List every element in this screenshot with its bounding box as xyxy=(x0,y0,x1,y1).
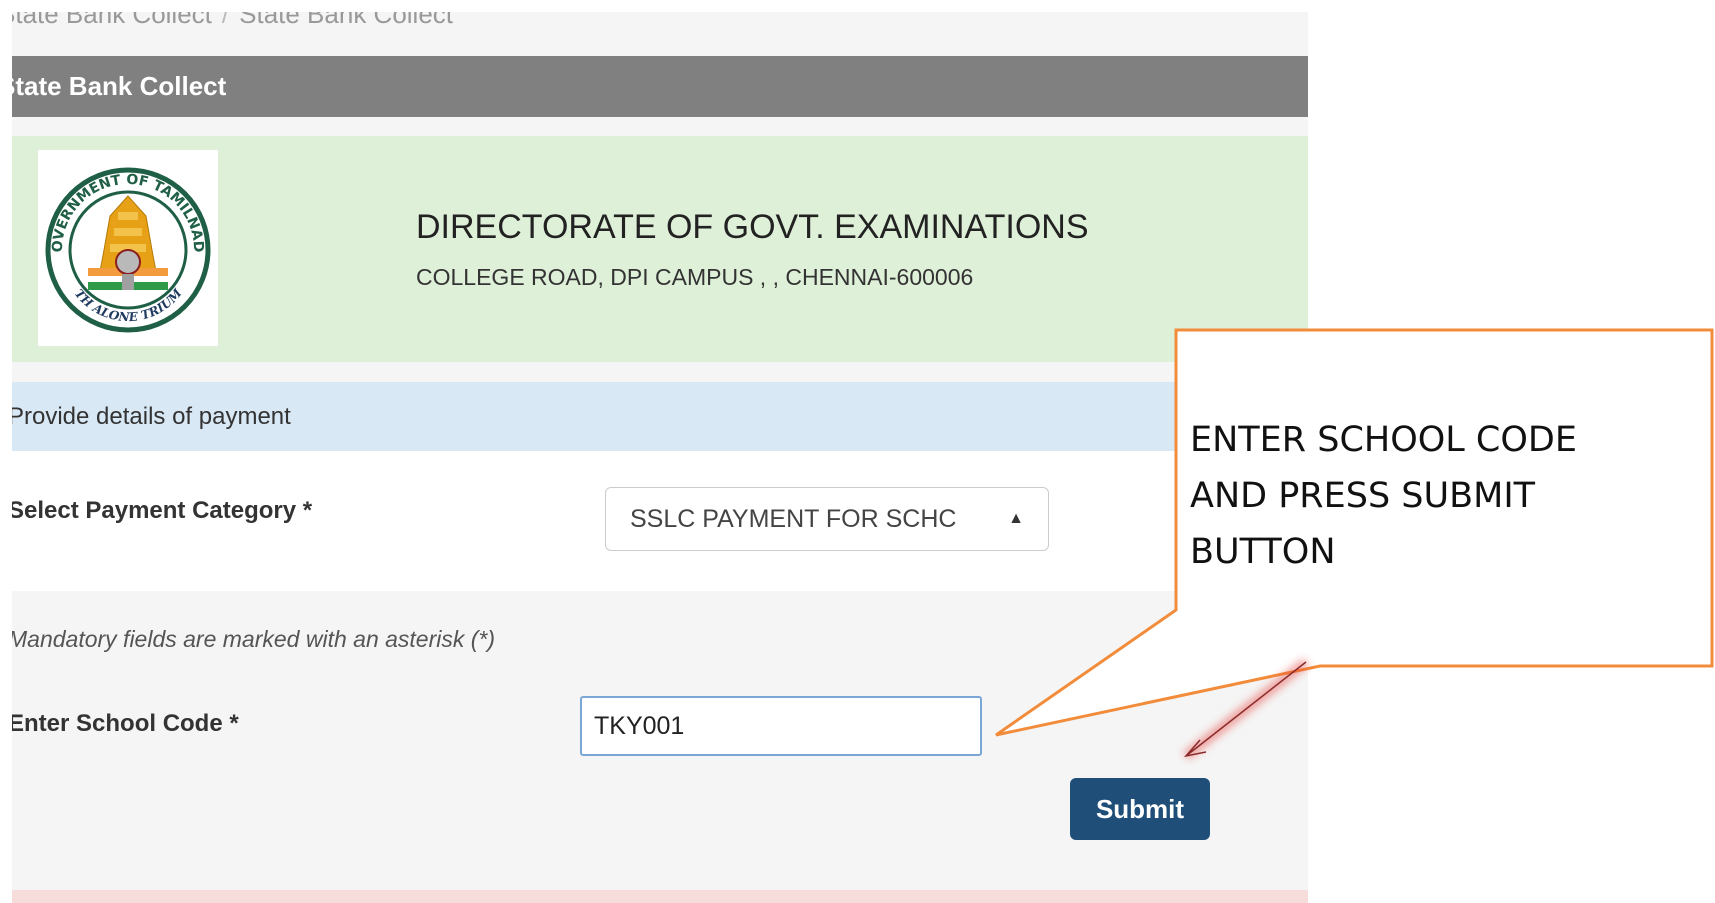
tamilnadu-emblem-logo: GOVERNMENT OF TAMILNADU TRUTH ALONE TRIU… xyxy=(38,150,218,346)
breadcrumb-item: State Bank Collect xyxy=(239,12,454,29)
payment-category-select[interactable]: SSLC PAYMENT FOR SCHC ▲ xyxy=(605,487,1049,551)
breadcrumb: State Bank Collect / State Bank Collect xyxy=(12,12,1308,44)
school-code-label: Enter School Code * xyxy=(12,710,239,737)
merchant-name: DIRECTORATE OF GOVT. EXAMINATIONS xyxy=(416,208,1089,246)
payment-category-row: Select Payment Category * SSLC PAYMENT F… xyxy=(12,451,1308,591)
mandatory-note: Mandatory fields are marked with an aste… xyxy=(12,626,496,652)
page-title: State Bank Collect xyxy=(12,71,227,101)
callout-line: BUTTON xyxy=(1190,532,1336,572)
submit-button[interactable]: Submit xyxy=(1070,778,1210,840)
merchant-address: COLLEGE ROAD, DPI CAMPUS , , CHENNAI-600… xyxy=(416,264,974,290)
school-code-input[interactable] xyxy=(580,696,982,756)
bottom-alert-strip xyxy=(12,890,1308,903)
callout-line: ENTER SCHOOL CODE xyxy=(1190,420,1577,460)
callout-line: AND PRESS SUBMIT xyxy=(1190,476,1536,516)
caret-up-icon: ▲ xyxy=(1008,510,1024,527)
emblem-icon: GOVERNMENT OF TAMILNADU TRUTH ALONE TRIU… xyxy=(38,150,211,333)
breadcrumb-item[interactable]: State Bank Collect xyxy=(12,12,212,29)
merchant-banner: GOVERNMENT OF TAMILNADU TRUTH ALONE TRIU… xyxy=(12,136,1308,362)
panel-heading: Provide details of payment xyxy=(12,382,1308,451)
payment-category-value: SSLC PAYMENT FOR SCHC xyxy=(630,505,957,533)
page-header: State Bank Collect xyxy=(12,56,1308,117)
breadcrumb-separator: / xyxy=(221,12,230,29)
payment-category-label: Select Payment Category * xyxy=(12,497,313,524)
panel-heading-text: Provide details of payment xyxy=(12,403,291,430)
callout-text: ENTER SCHOOL CODE AND PRESS SUBMIT BUTTO… xyxy=(1190,412,1670,580)
screenshot-page: State Bank Collect / State Bank Collect St… xyxy=(0,0,1715,903)
payment-form-page: State Bank Collect / State Bank Collect St… xyxy=(12,12,1308,903)
